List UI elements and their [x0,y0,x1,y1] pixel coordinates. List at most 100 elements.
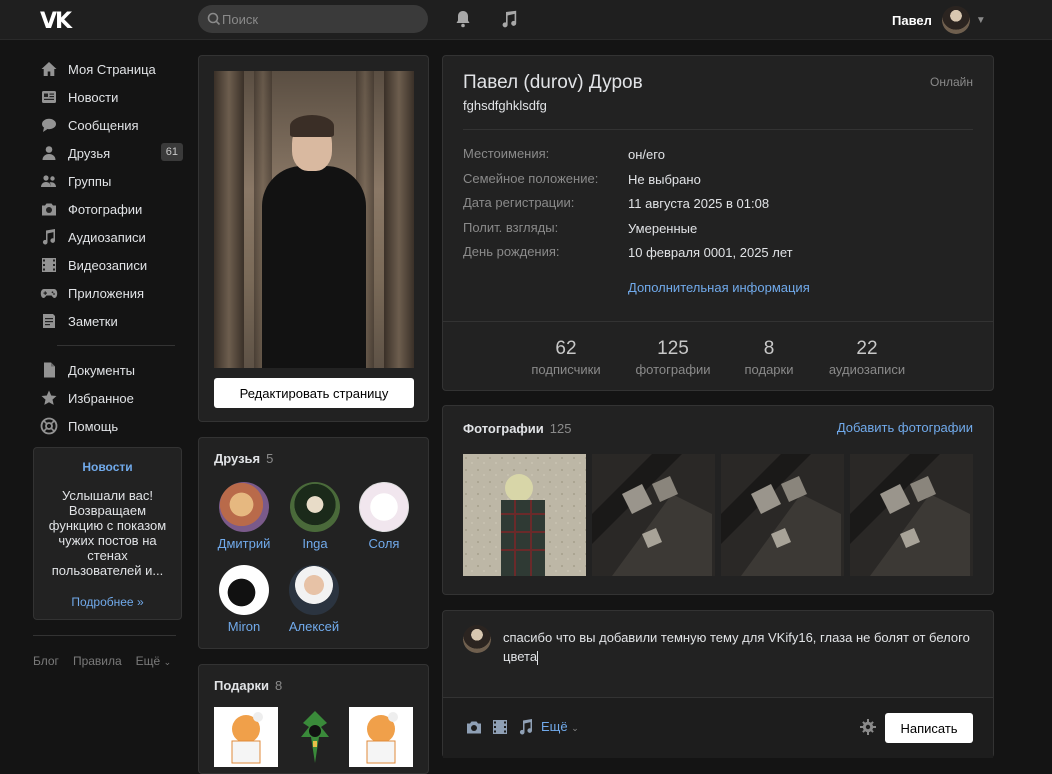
friend-item[interactable]: Алексей [279,565,349,634]
sidebar-item-messages[interactable]: Сообщения [33,111,183,139]
footer-more-label: Ещё [135,654,161,668]
sidebar-item-audio[interactable]: Аудиозаписи [33,223,183,251]
sidebar-item-apps[interactable]: Приложения [33,279,183,307]
sidebar-item-friends[interactable]: Друзья 61 [33,139,183,167]
stat-gifts[interactable]: 8 подарки [741,338,797,377]
friends-title-label: Друзья [214,451,261,466]
user-avatar [941,6,970,34]
chevron-down-icon: ⌄ [571,723,579,733]
sidebar-item-label: Документы [68,362,136,378]
friend-name: Алексей [288,619,340,634]
friend-item[interactable]: Соля [349,482,419,551]
photo-thumbnail[interactable] [850,454,973,576]
submit-post-button[interactable]: Написать [885,713,973,743]
gift-item[interactable] [283,707,347,767]
sidebar-item-label: Помощь [68,418,119,434]
footer-blog-link[interactable]: Блог [33,654,59,668]
stat-photos[interactable]: 125 фотографии [635,338,711,377]
sidebar-item-label: Сообщения [68,117,139,133]
info-value: 10 февраля 0001, 2025 лет [628,245,793,260]
chevron-down-icon: ⌄ [163,657,172,667]
notes-icon [43,314,55,328]
info-value: Не выбрано [628,172,701,187]
friend-avatar [359,482,409,532]
footer-more-link[interactable]: Ещё ⌄ [136,654,171,668]
edit-page-button[interactable]: Редактировать страницу [214,378,414,408]
user-menu[interactable]: Павел ▼ [892,6,986,34]
sidebar-item-help[interactable]: Помощь [33,412,183,440]
profile-name: Павел (durov) Дуров [463,72,643,93]
friend-name: Дмитрий [217,536,271,551]
stat-label: подписчики [531,362,601,377]
sidebar-item-label: Приложения [68,285,145,301]
bell-icon[interactable] [453,9,473,29]
music-icon[interactable] [517,718,535,736]
friend-item[interactable]: Inga [280,482,350,551]
friend-item[interactable]: Miron [209,565,279,634]
sidebar-item-notes[interactable]: Заметки [33,307,183,335]
sidebar-item-news[interactable]: Новости [33,83,183,111]
vk-logo[interactable]: VK [40,9,74,34]
info-value: 11 августа 2025 в 01:08 [628,196,770,211]
sidebar-item-photos[interactable]: Фотографии [33,195,183,223]
photo-thumbnail[interactable] [463,454,586,576]
composer-more-button[interactable]: Ещё ⌄ [541,719,579,734]
stat-label: фотографии [635,362,711,377]
top-bar: VK Павел ▼ [0,0,1052,40]
gifts-title[interactable]: Подарки 8 [214,678,282,693]
info-key: Полит. взгляды: [463,220,559,235]
music-icon[interactable] [499,9,519,29]
sidebar-item-documents[interactable]: Документы [33,356,183,384]
sidebar-item-label: Избранное [68,390,134,406]
info-key: Местоимения: [463,146,550,161]
sidebar-item-label: Новости [68,89,119,105]
add-photos-link[interactable]: Добавить фотографии [837,420,973,435]
profile-photo-card: Редактировать страницу [198,55,429,422]
stat-number: 62 [555,338,577,359]
more-info-link[interactable]: Дополнительная информация [628,280,810,295]
profile-status[interactable]: fghsdfghklsdfg [463,98,547,113]
friends-card: Друзья 5 Дмитрий Inga Соля Miron Алексей [198,437,429,649]
sidebar-item-groups[interactable]: Группы [33,167,183,195]
news-widget-more-link[interactable]: Подробнее » [34,595,181,609]
sidebar-item-my-page[interactable]: Моя Страница [33,55,183,83]
friend-item[interactable]: Дмитрий [209,482,279,551]
chevron-down-icon: ▼ [975,14,986,26]
news-widget-body: Услышали вас! Возвращаем функцию с показ… [48,488,167,578]
stat-audio[interactable]: 22 аудиозаписи [827,338,907,377]
composer-avatar [463,625,491,653]
news-widget-title[interactable]: Новости [34,460,181,474]
photo-thumbnail[interactable] [721,454,844,576]
document-icon [44,362,55,378]
profile-photo[interactable] [214,71,414,368]
friend-name: Inga [302,536,328,551]
footer-rules-link[interactable]: Правила [73,654,122,668]
sidebar-item-label: Группы [68,173,112,189]
friends-title[interactable]: Друзья 5 [214,451,273,466]
gift-item[interactable] [214,707,278,767]
sidebar-item-video[interactable]: Видеозаписи [33,251,183,279]
sidebar-item-label: Друзья [68,145,111,161]
photos-count: 125 [549,421,572,436]
sidebar-item-label: Видеозаписи [68,257,148,273]
online-status: Онлайн [930,75,973,89]
camera-icon[interactable] [465,718,483,736]
photos-title[interactable]: Фотографии 125 [463,421,572,436]
music-icon [42,229,56,245]
sidebar-item-favorites[interactable]: Избранное [33,384,183,412]
gear-icon[interactable] [859,718,877,736]
gift-item[interactable] [349,707,413,767]
stat-followers[interactable]: 62 подписчики [529,338,603,377]
search-box[interactable] [198,5,428,33]
stat-number: 8 [763,338,775,359]
stat-number: 22 [856,338,878,359]
friends-count-badge: 61 [160,143,183,161]
film-icon[interactable] [491,718,509,736]
friend-avatar [290,482,340,532]
home-icon [41,62,57,76]
search-input[interactable] [222,5,422,33]
film-icon [42,258,56,272]
sidebar-item-label: Аудиозаписи [68,229,146,245]
post-textarea[interactable]: спасибо что вы добавили темную тему для … [503,628,983,666]
photo-thumbnail[interactable] [592,454,715,576]
